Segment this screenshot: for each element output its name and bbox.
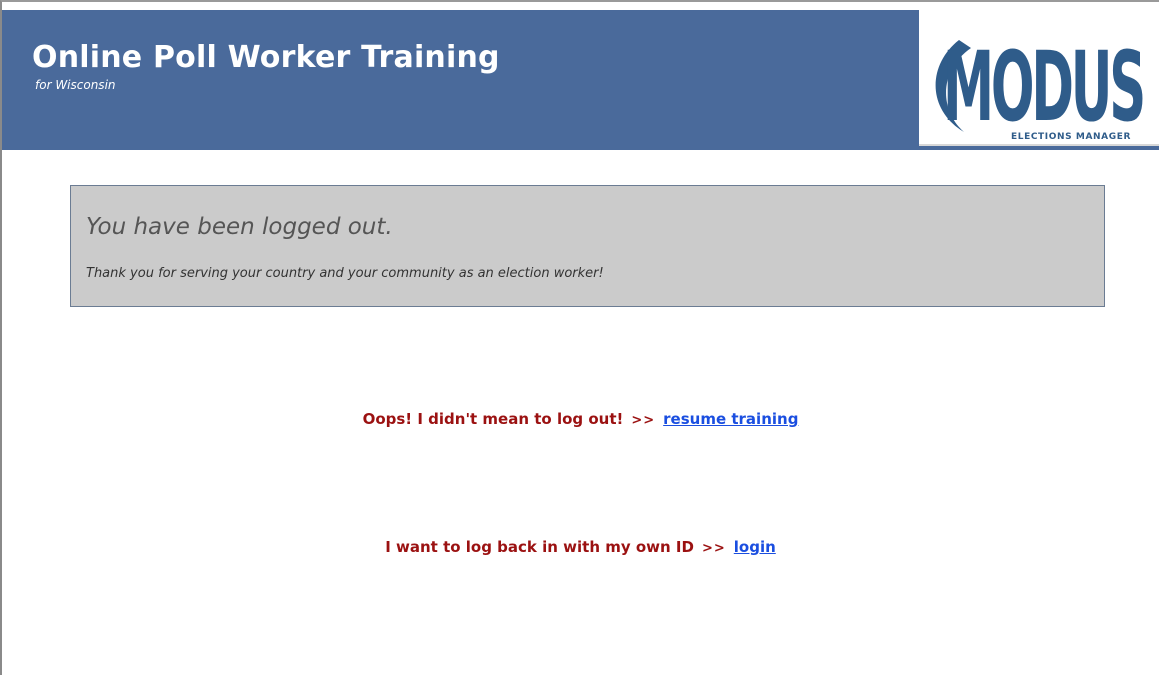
logo-tagline: ELECTIONS MANAGER <box>1011 132 1131 142</box>
login-arrow: >> <box>701 541 726 556</box>
resume-prompt: Oops! I didn't mean to log out! <box>362 410 624 428</box>
logout-heading: You have been logged out. <box>86 214 393 240</box>
page-frame: Online Poll Worker Training for Wisconsi… <box>0 0 1159 675</box>
logo-word: MODUS <box>943 31 1143 143</box>
login-row: I want to log back in with my own ID >> lo… <box>2 538 1159 556</box>
page-title: Online Poll Worker Training <box>32 40 500 75</box>
modus-logo-icon: MODUS ELECTIONS MANAGER <box>935 31 1157 143</box>
logout-message-box: You have been logged out. Thank you for … <box>70 185 1105 307</box>
modus-logo: MODUS ELECTIONS MANAGER <box>919 10 1159 146</box>
resume-training-row: Oops! I didn't mean to log out! >> resume … <box>2 410 1159 428</box>
page-subtitle: for Wisconsin <box>35 78 116 92</box>
resume-arrow: >> <box>631 413 656 428</box>
logout-thank-you-text: Thank you for serving your country and y… <box>86 266 604 281</box>
resume-training-link[interactable]: resume training <box>663 410 798 428</box>
login-link[interactable]: login <box>734 538 776 556</box>
login-prompt: I want to log back in with my own ID <box>385 538 694 556</box>
